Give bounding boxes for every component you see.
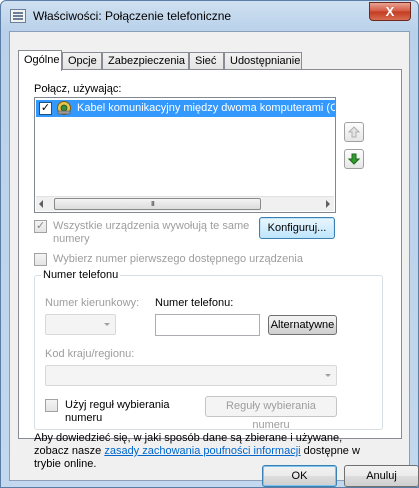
scroll-right-icon[interactable] xyxy=(326,200,330,208)
dialog-window: Właściwości: Połączenie telefoniczne X O… xyxy=(0,0,419,488)
cancel-button[interactable]: Anuluj xyxy=(344,465,419,487)
device-label: Kabel komunikacyjny między dwoma kompute… xyxy=(77,102,336,114)
first-number-label: Wybierz numer pierwszego dostępnego urzą… xyxy=(53,253,303,265)
dialing-rules-label: Użyj reguł wybierania numeru xyxy=(65,399,170,425)
configure-button[interactable]: Konfiguruj... xyxy=(259,217,335,239)
list-item[interactable]: ✓ Kabel komunikacyjny między dwoma kompu… xyxy=(36,100,335,117)
phone-number-group: Numer telefonu Numer kierunkowy: Numer t… xyxy=(34,269,383,431)
all-devices-label: Wszystkie urządzenia wywołują te same nu… xyxy=(53,220,249,246)
arrow-down-icon xyxy=(348,153,360,165)
window-title: Właściwości: Połączenie telefoniczne xyxy=(33,9,232,23)
area-code-label: Numer kierunkowy: xyxy=(45,297,140,309)
chevron-down-icon xyxy=(104,323,110,326)
scroll-grip: III xyxy=(151,201,155,208)
phone-number-input[interactable] xyxy=(155,314,260,336)
window-list-icon xyxy=(10,9,26,23)
tab-options[interactable]: Opcje xyxy=(62,52,102,70)
tab-security[interactable]: Zabezpieczenia xyxy=(102,52,189,70)
general-tab-panel: Połącz, używając: ✓ Kabel komunikacyjny … xyxy=(18,69,402,470)
ok-button[interactable]: OK xyxy=(262,465,337,487)
modem-icon xyxy=(57,101,71,115)
phone-group-legend: Numer telefonu xyxy=(41,269,121,281)
alternatives-button[interactable]: Alternatywne xyxy=(268,315,337,335)
device-list[interactable]: ✓ Kabel komunikacyjny między dwoma kompu… xyxy=(34,97,336,213)
country-code-label: Kod kraju/regionu: xyxy=(45,348,135,360)
phone-number-label: Numer telefonu: xyxy=(155,297,234,309)
scroll-left-icon[interactable] xyxy=(39,200,43,208)
first-number-checkbox[interactable] xyxy=(34,253,47,266)
chevron-down-icon xyxy=(325,374,331,377)
dialing-rules-label-line1: Użyj reguł wybierania xyxy=(65,399,170,411)
all-devices-checkbox[interactable] xyxy=(34,219,47,233)
tab-general[interactable]: Ogólne xyxy=(18,50,62,71)
arrow-up-icon xyxy=(348,126,360,138)
scroll-thumb[interactable]: III xyxy=(54,198,261,210)
all-devices-label-line1: Wszystkie urządzenia wywołują te same xyxy=(53,220,250,232)
move-down-button[interactable] xyxy=(344,149,364,169)
all-devices-label-line2: numery xyxy=(53,233,90,245)
device-checkbox[interactable]: ✓ xyxy=(39,102,52,115)
title-bar[interactable]: Właściwości: Połączenie telefoniczne X xyxy=(1,1,418,31)
country-code-dropdown[interactable] xyxy=(45,365,337,386)
move-up-button[interactable] xyxy=(344,122,364,142)
tab-sharing[interactable]: Udostępnianie xyxy=(224,52,302,70)
dialog-client-area: Ogólne Opcje Zabezpieczenia Sieć Udostęp… xyxy=(9,31,419,487)
privacy-link[interactable]: zasady zachowania poufności informacji xyxy=(104,445,300,457)
connect-using-label: Połącz, używając: xyxy=(34,83,122,95)
dialing-rules-checkbox[interactable] xyxy=(45,399,58,412)
dialing-rules-button[interactable]: Reguły wybierania numeru xyxy=(205,396,337,431)
horizontal-scrollbar[interactable]: III xyxy=(36,196,334,211)
dialing-rules-label-line2: numeru xyxy=(65,412,103,424)
area-code-dropdown[interactable] xyxy=(45,314,116,335)
tab-network[interactable]: Sieć xyxy=(189,52,224,70)
close-button[interactable]: X xyxy=(369,2,411,21)
